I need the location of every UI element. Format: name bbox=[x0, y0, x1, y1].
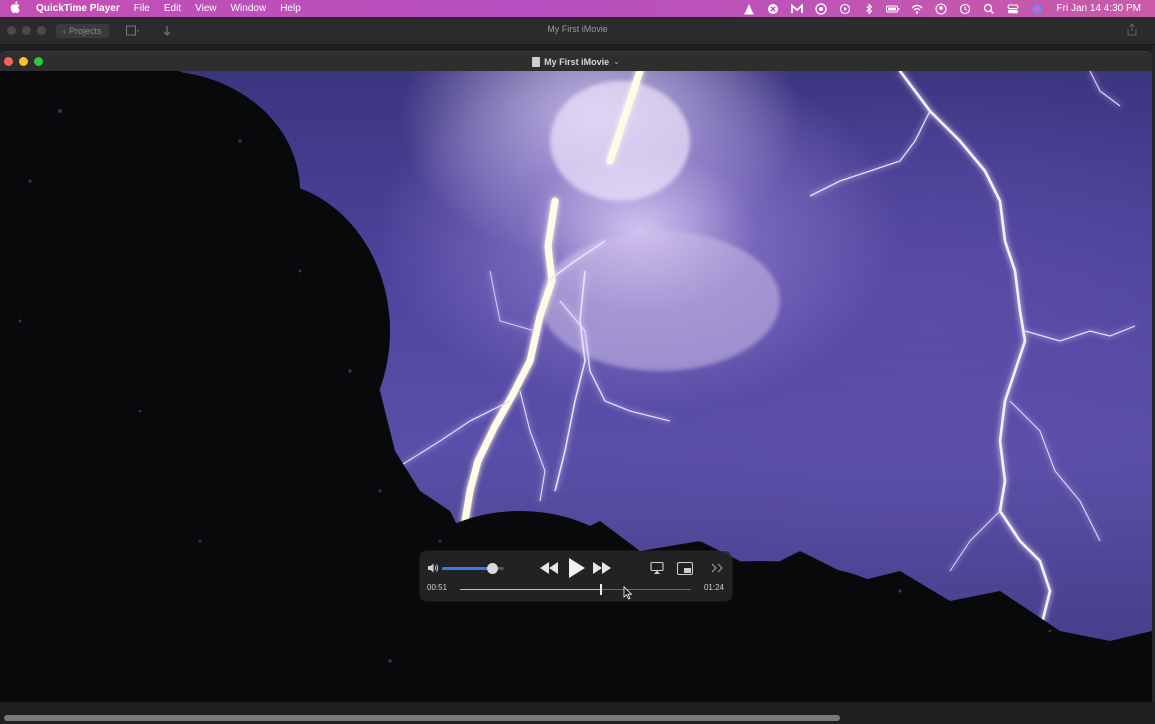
quicktime-window: My First iMovie ⌄ bbox=[0, 52, 1152, 702]
import-arrow-icon[interactable] bbox=[157, 24, 177, 38]
control-center-icon[interactable] bbox=[1001, 0, 1025, 17]
fast-forward-icon bbox=[593, 562, 611, 574]
window-title-text: My First iMovie bbox=[544, 56, 610, 67]
menu-view[interactable]: View bbox=[188, 3, 224, 14]
wifi-icon[interactable] bbox=[905, 0, 929, 17]
video-scene bbox=[0, 71, 1152, 702]
playhead[interactable] bbox=[599, 584, 602, 595]
siri-icon[interactable] bbox=[1025, 0, 1049, 17]
imovie-close-button[interactable] bbox=[7, 26, 16, 35]
menu-help[interactable]: Help bbox=[273, 3, 308, 14]
window-title[interactable]: My First iMovie ⌄ bbox=[0, 52, 1152, 71]
rewind-button[interactable] bbox=[538, 559, 560, 577]
user-circle-icon[interactable] bbox=[929, 0, 953, 17]
time-machine-icon[interactable] bbox=[953, 0, 977, 17]
chrome-icon[interactable] bbox=[809, 0, 833, 17]
imovie-toolbar: ‹ Projects My First iMovie bbox=[0, 17, 1155, 45]
projects-back-button[interactable]: ‹ Projects bbox=[56, 23, 109, 38]
fast-forward-button[interactable] bbox=[591, 559, 613, 577]
menu-window[interactable]: Window bbox=[224, 3, 274, 14]
chevron-double-right-icon bbox=[711, 563, 723, 573]
battery-icon[interactable] bbox=[881, 0, 905, 17]
volume-slider[interactable] bbox=[442, 563, 504, 574]
app-menu-quicktime[interactable]: QuickTime Player bbox=[30, 3, 127, 14]
rewind-icon bbox=[540, 562, 558, 574]
m-app-icon[interactable] bbox=[785, 0, 809, 17]
menubar-clock[interactable]: Fri Jan 14 4:30 PM bbox=[1049, 3, 1155, 14]
imovie-zoom-button[interactable] bbox=[37, 26, 46, 35]
play-icon bbox=[568, 558, 585, 578]
timeline-scroll-area bbox=[0, 702, 1155, 724]
share-icon[interactable] bbox=[1125, 23, 1139, 37]
airplay-icon bbox=[650, 561, 664, 574]
volume-level bbox=[442, 567, 493, 570]
cross-circle-icon[interactable] bbox=[761, 0, 785, 17]
quicktime-titlebar: My First iMovie ⌄ bbox=[0, 52, 1152, 71]
volume-knob[interactable] bbox=[487, 563, 499, 574]
lightning-right-bolt bbox=[809, 71, 1136, 633]
total-duration: 01:24 bbox=[703, 583, 724, 592]
vlc-icon[interactable] bbox=[737, 0, 761, 17]
chevron-down-icon: ⌄ bbox=[613, 57, 620, 66]
playback-controls: 00:51 01:24 bbox=[420, 551, 732, 601]
chevron-left-icon: ‹ bbox=[63, 25, 66, 36]
search-icon[interactable] bbox=[977, 0, 1001, 17]
mouse-cursor-icon bbox=[623, 586, 633, 600]
media-browser-icon[interactable] bbox=[123, 24, 143, 38]
play-circle-icon[interactable] bbox=[833, 0, 857, 17]
picture-in-picture-icon bbox=[677, 561, 693, 575]
projects-label: Projects bbox=[69, 25, 102, 36]
menu-edit[interactable]: Edit bbox=[157, 3, 188, 14]
volume-icon[interactable] bbox=[426, 561, 440, 575]
bluetooth-icon[interactable] bbox=[857, 0, 881, 17]
video-frame[interactable] bbox=[0, 71, 1152, 702]
scrubber-bar[interactable] bbox=[460, 584, 691, 595]
apple-menu-icon[interactable] bbox=[0, 1, 30, 16]
play-button[interactable] bbox=[564, 557, 588, 579]
picture-in-picture-button[interactable] bbox=[676, 560, 694, 576]
imovie-minimize-button[interactable] bbox=[22, 26, 31, 35]
airplay-button[interactable] bbox=[649, 560, 665, 576]
menu-bar: QuickTime Player File Edit View Window H… bbox=[0, 0, 1155, 17]
menu-file[interactable]: File bbox=[127, 3, 157, 14]
more-options-button[interactable] bbox=[709, 560, 725, 576]
horizontal-scrollbar[interactable] bbox=[4, 715, 840, 721]
cloud-glow bbox=[540, 231, 780, 371]
scrubber-progress bbox=[460, 589, 601, 590]
elapsed-time: 00:51 bbox=[427, 583, 448, 592]
imovie-window-controls bbox=[0, 26, 46, 35]
document-icon bbox=[532, 56, 541, 67]
